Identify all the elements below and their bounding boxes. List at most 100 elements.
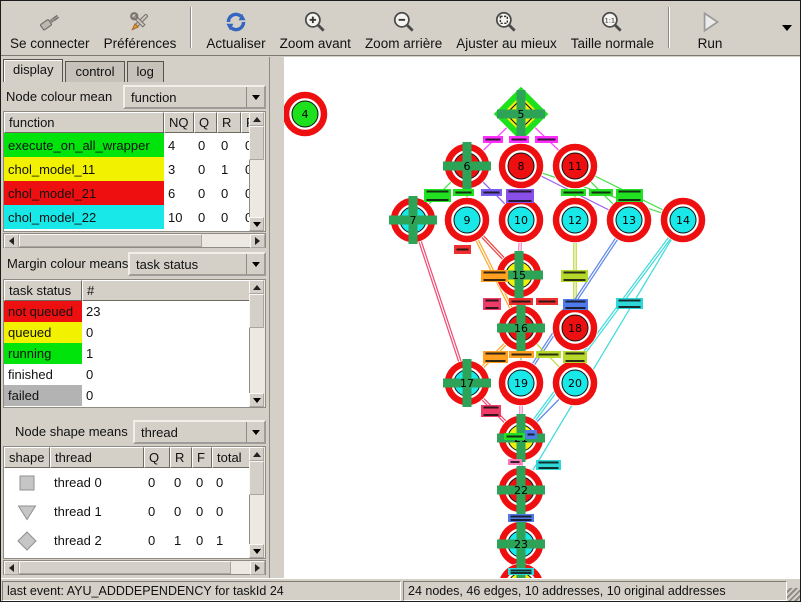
node-shape-means-label: Node shape means (15, 420, 128, 444)
graph-node[interactable]: 18 (552, 305, 598, 351)
table-row[interactable]: not queued23 (4, 301, 265, 322)
table-row[interactable]: running1 (4, 343, 265, 364)
column-header[interactable]: # (82, 280, 252, 301)
tab-log[interactable]: log (127, 61, 164, 82)
scroll-up-arrow[interactable] (249, 447, 264, 461)
node-id-label: 15 (512, 269, 526, 282)
chevron-down-icon[interactable] (246, 422, 264, 442)
name-cell: running (4, 343, 82, 364)
tab-display[interactable]: display (3, 59, 63, 82)
column-header[interactable]: total (212, 447, 250, 468)
value-cell: 0 (194, 133, 217, 157)
graph-node[interactable]: 12 (552, 197, 598, 243)
thread-table-hscrollbar[interactable] (3, 560, 266, 575)
table-row[interactable]: chol_model_113010 (4, 157, 265, 181)
chevron-down-icon[interactable] (246, 87, 264, 107)
table-row[interactable]: execute_on_all_wrapper4000 (4, 133, 265, 157)
graph-node[interactable]: 20 (552, 360, 598, 406)
vertical-scrollbar[interactable] (249, 280, 265, 407)
graph-edge (414, 220, 468, 383)
scrollbar-thumb[interactable] (249, 294, 264, 328)
column-header[interactable]: thread (50, 447, 144, 468)
value-cell: 0 (194, 181, 217, 205)
zoom-normal-button[interactable]: 1:1 Taille normale (564, 8, 661, 52)
table-row[interactable]: queued0 (4, 322, 265, 343)
table-row[interactable]: thread 10000 (4, 497, 265, 526)
scroll-right-arrow[interactable] (250, 234, 265, 248)
scrollbar-thumb[interactable] (249, 461, 264, 495)
shape-cell (4, 526, 50, 555)
value-cell (170, 555, 192, 559)
column-header[interactable]: function (4, 112, 164, 133)
value-cell: 6 (164, 181, 194, 205)
status-graph-summary: 24 nodes, 46 edges, 10 addresses, 10 ori… (403, 581, 787, 601)
graph-node[interactable]: 13 (606, 197, 652, 243)
app-window: Se connecter Préférences (0, 0, 801, 602)
function-table-hscrollbar[interactable] (3, 233, 266, 248)
chevron-down-icon[interactable] (246, 254, 264, 274)
scroll-up-arrow[interactable] (249, 280, 264, 294)
graph-node[interactable]: 9 (444, 197, 490, 243)
graph-node[interactable]: 4 (284, 91, 328, 137)
zoom-out-button[interactable]: Zoom arrière (358, 8, 449, 52)
scroll-down-arrow[interactable] (249, 544, 264, 558)
table-row[interactable]: failed0 (4, 385, 265, 406)
graph-node[interactable]: 10 (498, 197, 544, 243)
scroll-left-arrow[interactable] (4, 234, 19, 248)
refresh-button[interactable]: Actualiser (199, 8, 272, 52)
column-header[interactable]: Q (144, 447, 170, 468)
name-cell: finished (4, 364, 82, 385)
column-header[interactable]: shape (4, 447, 50, 468)
vertical-scrollbar[interactable] (249, 447, 265, 558)
column-header[interactable]: NQ (164, 112, 194, 133)
edge-label (481, 189, 502, 196)
value-cell: 0 (144, 497, 170, 526)
graph-node[interactable]: 23 (497, 520, 545, 568)
connect-button[interactable]: Se connecter (3, 8, 97, 52)
table-row[interactable]: chol_model_216000 (4, 181, 265, 205)
scroll-down-arrow[interactable] (249, 393, 264, 407)
scrollbar-thumb[interactable] (19, 561, 231, 574)
toolbar-overflow-arrow-icon[interactable] (782, 25, 792, 31)
column-header[interactable]: task status (4, 280, 82, 301)
resize-grip[interactable] (787, 588, 801, 602)
table-row[interactable]: chol_model_2210000 (4, 205, 265, 229)
margin-colour-combobox[interactable]: task status (128, 252, 266, 276)
graph-node[interactable]: 8 (498, 143, 544, 189)
toolbar-separator (190, 7, 192, 48)
vertical-scrollbar[interactable] (249, 112, 265, 231)
graph-canvas[interactable]: 456811791012131415161817192021222324 (284, 57, 800, 578)
node-shape-combobox[interactable]: thread (133, 420, 266, 444)
value-cell: 0 (170, 468, 192, 497)
graph-node[interactable]: 11 (552, 143, 598, 189)
graph-node[interactable]: 22 (497, 466, 545, 514)
graph-node[interactable]: 19 (498, 360, 544, 406)
zoom-fit-button[interactable]: Ajuster au mieux (449, 8, 564, 52)
table-row[interactable]: finished0 (4, 364, 265, 385)
table-row[interactable]: thread 20101 (4, 526, 265, 555)
table-row[interactable] (4, 555, 265, 559)
scrollbar-thumb[interactable] (19, 234, 202, 247)
edge-label (481, 270, 508, 282)
zoom-in-button[interactable]: Zoom avant (273, 8, 358, 52)
combo-value: function (131, 90, 177, 105)
column-header[interactable]: R (170, 447, 192, 468)
graph-node[interactable]: 14 (660, 197, 706, 243)
table-row[interactable]: thread 00000 (4, 468, 265, 497)
toolbar-label: Taille normale (571, 36, 654, 51)
scrollbar-thumb[interactable] (249, 126, 264, 160)
tab-control[interactable]: control (65, 61, 124, 82)
triangle-down-icon (16, 501, 38, 523)
value-cell: 0 (212, 497, 250, 526)
column-header[interactable]: F (192, 447, 212, 468)
scroll-up-arrow[interactable] (249, 112, 264, 126)
scroll-down-arrow[interactable] (249, 217, 264, 231)
scroll-right-arrow[interactable] (250, 561, 265, 575)
column-header[interactable]: R (217, 112, 241, 133)
graph-node[interactable]: 17 (443, 359, 491, 407)
run-button[interactable]: Run (677, 8, 743, 52)
scroll-left-arrow[interactable] (4, 561, 19, 575)
column-header[interactable]: Q (194, 112, 217, 133)
node-colour-combobox[interactable]: function (123, 85, 266, 109)
preferences-button[interactable]: Préférences (97, 8, 184, 52)
